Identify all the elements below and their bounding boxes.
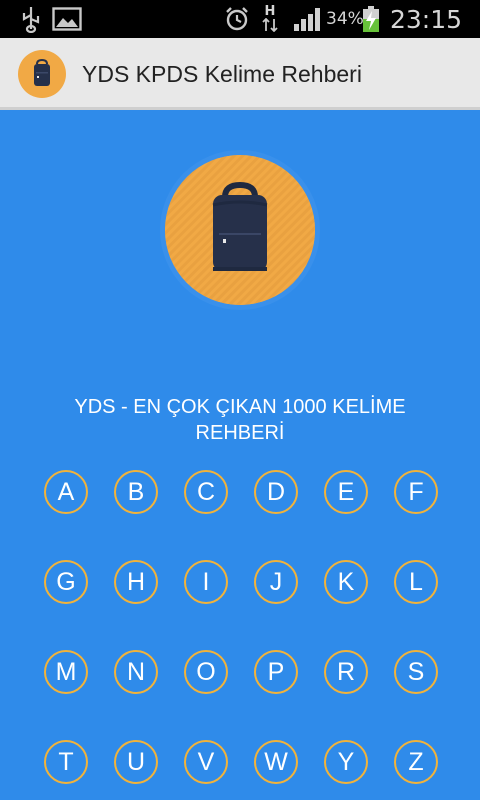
letter-button-n[interactable]: N: [114, 650, 158, 694]
letter-button-y[interactable]: Y: [324, 740, 368, 784]
letter-button-c[interactable]: C: [184, 470, 228, 514]
letter-button-h[interactable]: H: [114, 560, 158, 604]
letter-button-w[interactable]: W: [254, 740, 298, 784]
usb-icon: [20, 0, 42, 38]
letter-button-m[interactable]: M: [44, 650, 88, 694]
app-bar: YDS KPDS Kelime Rehberi: [0, 38, 480, 110]
letter-button-e[interactable]: E: [324, 470, 368, 514]
letter-button-l[interactable]: L: [394, 560, 438, 604]
app-title: YDS KPDS Kelime Rehberi: [82, 61, 362, 87]
letter-button-j[interactable]: J: [254, 560, 298, 604]
letter-button-p[interactable]: P: [254, 650, 298, 694]
letter-button-v[interactable]: V: [184, 740, 228, 784]
hero-logo: [165, 155, 315, 305]
letter-button-f[interactable]: F: [394, 470, 438, 514]
letter-button-i[interactable]: I: [184, 560, 228, 604]
main-content: YDS - EN ÇOK ÇIKAN 1000 KELİME REHBERİ A…: [0, 110, 480, 800]
clock: 23:15: [390, 4, 463, 34]
signal-icon: [292, 0, 324, 38]
letter-button-g[interactable]: G: [44, 560, 88, 604]
image-icon: [52, 0, 82, 38]
backpack-icon: [34, 58, 50, 86]
app-logo[interactable]: [18, 50, 66, 98]
letter-button-z[interactable]: Z: [394, 740, 438, 784]
status-bar: H 34% 23:15: [0, 0, 480, 38]
battery-percent: 34%: [326, 9, 364, 29]
letter-grid: ABCDEF GHIJKL MNOPRS TUVWYZ: [44, 470, 438, 800]
backpack-icon: [165, 155, 315, 305]
alarm-icon: [224, 0, 250, 38]
letter-button-t[interactable]: T: [44, 740, 88, 784]
letter-button-k[interactable]: K: [324, 560, 368, 604]
network-type-label: H: [264, 4, 276, 19]
letter-button-s[interactable]: S: [394, 650, 438, 694]
letter-button-o[interactable]: O: [184, 650, 228, 694]
letter-button-a[interactable]: A: [44, 470, 88, 514]
letter-button-b[interactable]: B: [114, 470, 158, 514]
letter-button-u[interactable]: U: [114, 740, 158, 784]
letter-button-d[interactable]: D: [254, 470, 298, 514]
subtitle: YDS - EN ÇOK ÇIKAN 1000 KELİME REHBERİ: [40, 394, 440, 446]
data-activity-icon: H: [262, 0, 278, 38]
subtitle-line-2: REHBERİ: [195, 422, 285, 444]
battery-charging-icon: [362, 0, 380, 38]
subtitle-line-1: YDS - EN ÇOK ÇIKAN 1000 KELİME: [74, 396, 406, 418]
letter-button-r[interactable]: R: [324, 650, 368, 694]
